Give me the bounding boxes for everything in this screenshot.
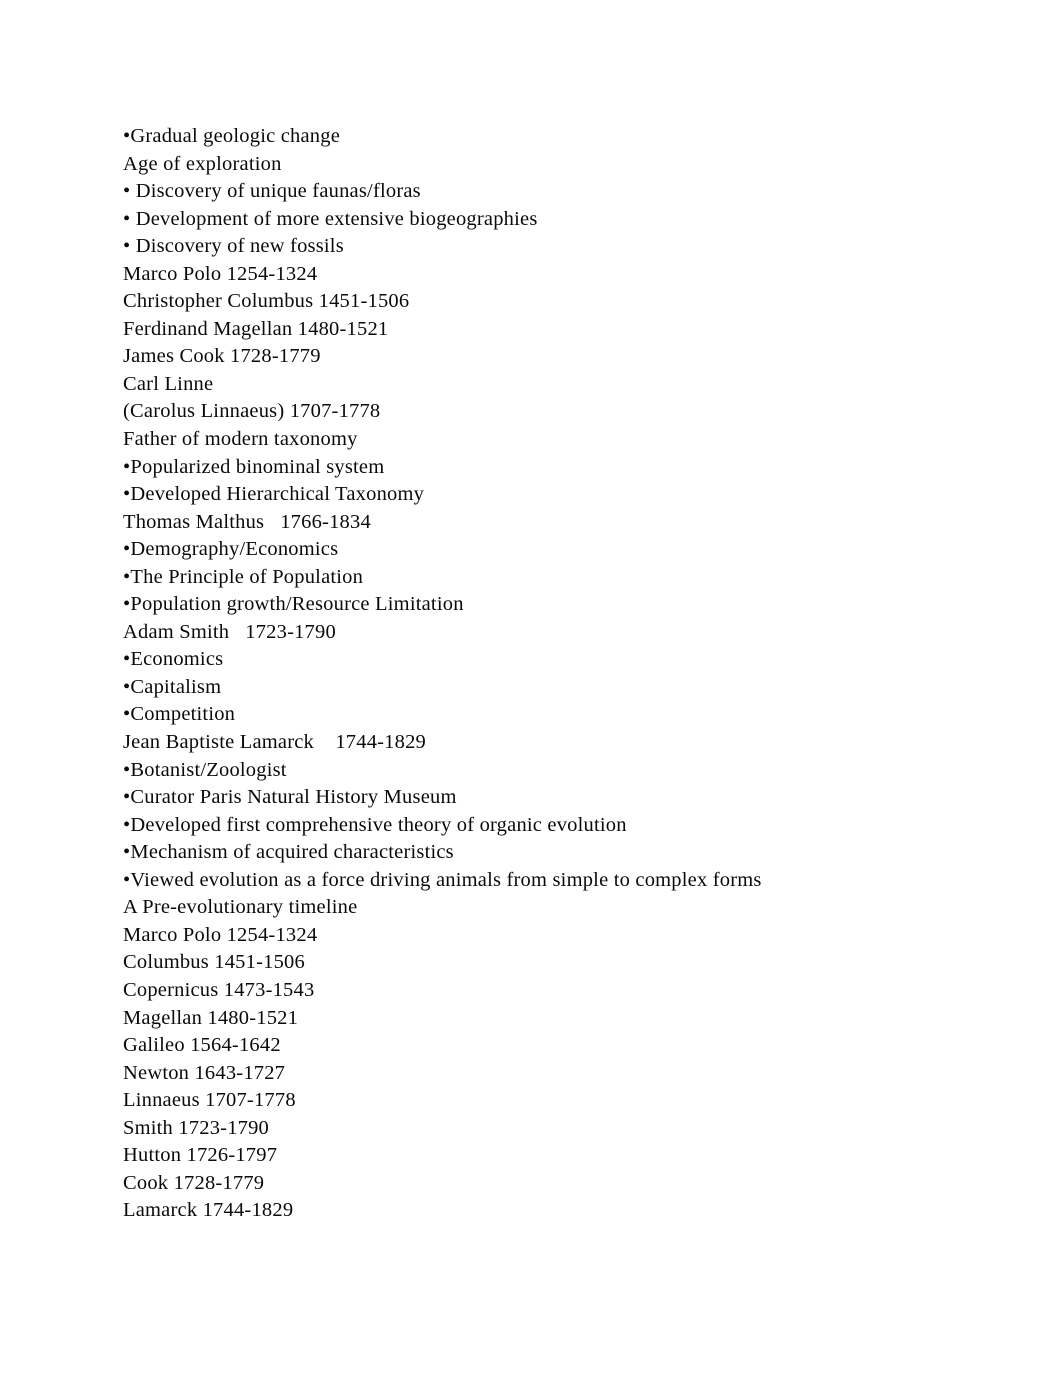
text-line: •Developed Hierarchical Taxonomy	[123, 483, 425, 506]
text-line: • Discovery of new fossils	[123, 235, 344, 258]
text-line: •Mechanism of acquired characteristics	[123, 841, 454, 864]
text-line: James Cook 1728-1779	[123, 345, 321, 368]
text-line: Jean Baptiste Lamarck 1744-1829	[123, 731, 426, 754]
text-line: Columbus 1451-1506	[123, 951, 305, 974]
text-line: Marco Polo 1254-1324	[123, 262, 318, 285]
text-line: •Viewed evolution as a force driving ani…	[123, 868, 762, 891]
text-line: Age of exploration	[123, 152, 282, 175]
text-line: Carl Linne	[123, 372, 214, 395]
text-line: Lamarck 1744-1829	[123, 1199, 294, 1222]
text-line: •Botanist/Zoologist	[123, 758, 287, 781]
text-line: •Capitalism	[123, 675, 222, 698]
text-line: Father of modern taxonomy	[123, 428, 358, 451]
text-line: Adam Smith 1723-1790	[123, 620, 336, 643]
text-line: Hutton 1726-1797	[123, 1144, 278, 1167]
text-line: •Demography/Economics	[123, 538, 339, 561]
text-line: Magellan 1480-1521	[123, 1006, 299, 1029]
text-line: •The Principle of Population	[123, 565, 364, 588]
document-text-body: •Gradual geologic change Age of explorati…	[123, 123, 953, 1225]
text-line: •Population growth/Resource Limitation	[123, 593, 464, 616]
text-line: •Developed first comprehensive theory of…	[123, 813, 627, 836]
text-line: •Competition	[123, 703, 236, 726]
text-line: •Gradual geologic change	[123, 125, 341, 147]
text-line: Copernicus 1473-1543	[123, 978, 315, 1001]
text-line: •Curator Paris Natural History Museum	[123, 786, 457, 809]
text-line: Linnaeus 1707-1778	[123, 1089, 296, 1112]
text-line: Christopher Columbus 1451-1506	[123, 290, 410, 313]
text-line: Thomas Malthus 1766-1834	[123, 510, 371, 533]
text-line: •Popularized binominal system	[123, 455, 385, 478]
text-line: • Discovery of unique faunas/floras	[123, 180, 421, 203]
text-line: Cook 1728-1779	[123, 1171, 265, 1194]
text-line: (Carolus Linnaeus) 1707-1778	[123, 400, 381, 423]
text-line: • Development of more extensive biogeogr…	[123, 207, 538, 230]
text-line: •Economics	[123, 648, 224, 671]
text-line: A Pre-evolutionary timeline	[123, 896, 358, 919]
document-page: •Gradual geologic change Age of explorati…	[0, 0, 1062, 1376]
text-line: Smith 1723-1790	[123, 1116, 270, 1139]
text-line: Newton 1643-1727	[123, 1061, 286, 1084]
text-line: Marco Polo 1254-1324	[123, 923, 318, 946]
text-line: Ferdinand Magellan 1480-1521	[123, 317, 389, 340]
text-line: Galileo 1564-1642	[123, 1034, 281, 1057]
